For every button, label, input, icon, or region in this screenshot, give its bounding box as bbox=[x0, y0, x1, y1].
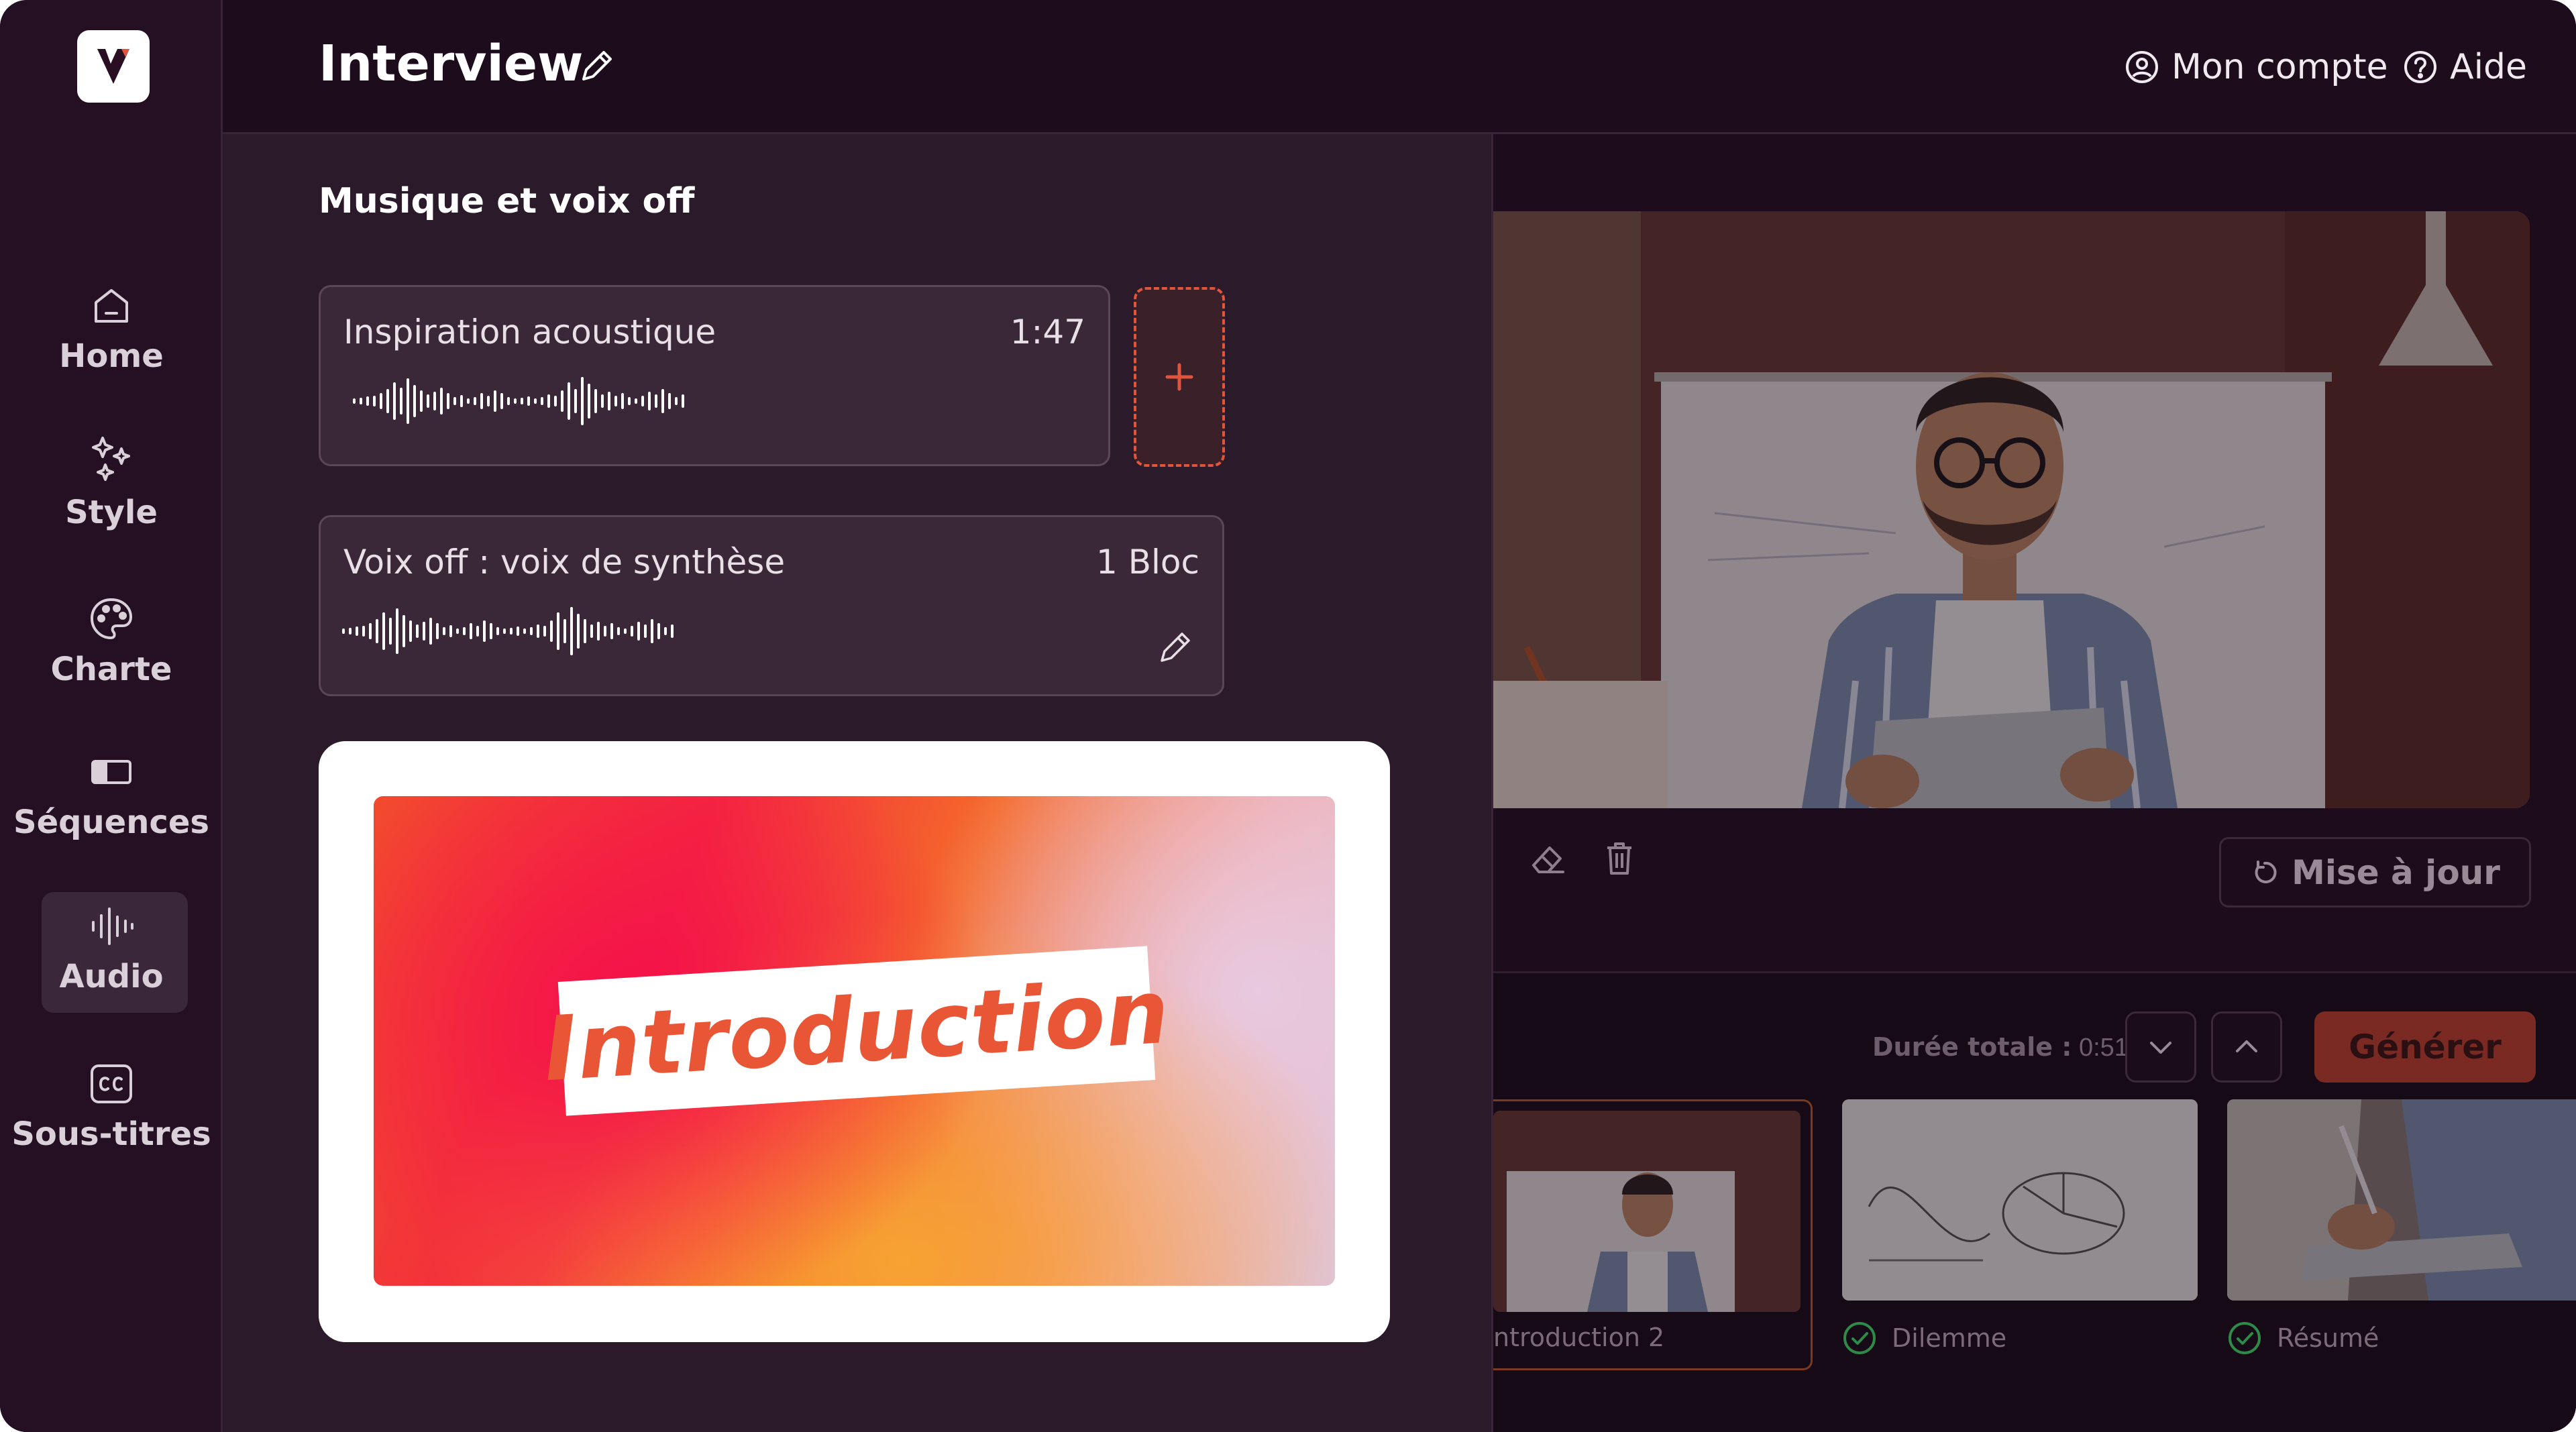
sidebar-item-label: Audio bbox=[59, 958, 164, 995]
update-label: Mise à jour bbox=[2292, 852, 2500, 892]
audio-wave-icon bbox=[88, 903, 135, 950]
total-duration: Durée totale : 0:51 bbox=[1872, 1032, 2129, 1062]
voice-track-blocks: 1 Bloc bbox=[1096, 543, 1199, 582]
sequence-card[interactable]: Résumé bbox=[2227, 1099, 2576, 1370]
preview-area: Mise à jour Durée totale : 0:51 Générer bbox=[1493, 134, 2576, 1432]
add-music-button[interactable] bbox=[1134, 287, 1225, 467]
sequence-label: ntroduction 2 bbox=[1493, 1323, 1665, 1352]
duration-value: 0:51 bbox=[2078, 1034, 2129, 1062]
music-track-card[interactable]: Inspiration acoustique 1:47 bbox=[319, 285, 1110, 466]
panel-title: Musique et voix off bbox=[319, 181, 695, 221]
sequence-card[interactable]: ntroduction 2 bbox=[1493, 1099, 1813, 1370]
help-circle-icon bbox=[2404, 51, 2436, 83]
sequence-caption: Dilemme bbox=[1842, 1321, 2006, 1356]
dim-overlay bbox=[2227, 1099, 2576, 1301]
app-logo[interactable] bbox=[77, 30, 150, 103]
intro-preview-card[interactable]: Introduction bbox=[319, 741, 1390, 1342]
top-header: Interview Mon compte Aide bbox=[223, 0, 2576, 134]
voice-track-card[interactable]: Voix off : voix de synthèse 1 Bloc bbox=[319, 515, 1224, 696]
home-icon bbox=[88, 282, 135, 329]
help-link[interactable]: Aide bbox=[2403, 40, 2527, 94]
sequence-card[interactable]: Dilemme bbox=[1842, 1099, 2198, 1370]
check-circle-icon bbox=[1843, 1322, 1876, 1354]
voice-track-name: Voix off : voix de synthèse bbox=[343, 543, 786, 582]
sequence-thumbnail bbox=[1842, 1099, 2198, 1301]
voice-waveform-icon bbox=[342, 607, 674, 655]
timeline: Durée totale : 0:51 Générer ntroduction … bbox=[1493, 971, 2576, 1432]
plus-icon bbox=[1165, 363, 1193, 391]
my-account-label: Mon compte bbox=[2171, 47, 2388, 87]
video-preview[interactable] bbox=[1493, 211, 2530, 808]
sparkles-icon bbox=[88, 437, 135, 486]
sidebar-item-style[interactable]: Style bbox=[0, 421, 223, 549]
generate-button[interactable]: Générer bbox=[2314, 1011, 2536, 1083]
sidebar-item-charte[interactable]: Charte bbox=[0, 578, 223, 706]
sidebar-item-label: Home bbox=[59, 337, 164, 375]
sequence-icon bbox=[88, 749, 135, 795]
sequence-label: Dilemme bbox=[1892, 1323, 2007, 1353]
sidebar-item-label: Charte bbox=[50, 651, 172, 688]
music-track-duration: 1:47 bbox=[1010, 313, 1085, 351]
move-up-button[interactable] bbox=[2211, 1011, 2282, 1083]
sidebar-item-subtitles[interactable]: Sous-titres bbox=[0, 1043, 223, 1170]
subtitles-icon bbox=[88, 1060, 135, 1107]
music-track-name: Inspiration acoustique bbox=[343, 313, 716, 351]
update-button[interactable]: Mise à jour bbox=[2219, 837, 2531, 907]
edit-title-pencil-icon[interactable] bbox=[577, 46, 617, 86]
sidebar-item-label: Sous-titres bbox=[11, 1115, 211, 1153]
sidebar-item-audio[interactable]: Audio bbox=[0, 885, 223, 1013]
sequence-label: Résumé bbox=[2277, 1323, 2379, 1353]
check-circle-icon bbox=[2229, 1322, 2261, 1354]
sidebar-item-label: Style bbox=[65, 494, 158, 531]
edit-voice-pencil-icon[interactable] bbox=[1155, 627, 1195, 667]
dim-overlay bbox=[1493, 211, 2530, 808]
sidebar-item-sequences[interactable]: Séquences bbox=[0, 731, 223, 859]
sequence-caption: ntroduction 2 bbox=[1493, 1323, 1664, 1352]
sidebar-item-label: Séquences bbox=[13, 804, 209, 841]
dim-overlay bbox=[1493, 1111, 1801, 1312]
chevron-down-icon bbox=[2150, 1042, 2171, 1054]
trash-icon[interactable] bbox=[1599, 838, 1640, 879]
intro-title: Introduction bbox=[541, 960, 1173, 1102]
intro-title-box: Introduction bbox=[541, 946, 1173, 1116]
sequence-caption: Résumé bbox=[2227, 1321, 2379, 1356]
intro-gradient-background: Introduction bbox=[374, 796, 1335, 1286]
eraser-icon[interactable] bbox=[1528, 838, 1568, 879]
dim-overlay bbox=[1842, 1099, 2198, 1301]
duration-label: Durée totale : bbox=[1872, 1032, 2072, 1062]
chevron-up-icon bbox=[2236, 1040, 2257, 1052]
page-title: Interview bbox=[319, 35, 584, 93]
sidebar-item-home[interactable]: Home bbox=[0, 265, 223, 392]
move-down-button[interactable] bbox=[2125, 1011, 2196, 1083]
refresh-icon bbox=[2255, 860, 2277, 883]
music-waveform-icon bbox=[353, 377, 684, 425]
user-circle-icon bbox=[2126, 51, 2158, 83]
palette-icon bbox=[88, 596, 135, 643]
sidebar: Home Style Charte Séquences Audio Sous-t… bbox=[0, 0, 223, 1432]
audio-panel: Musique et voix off Inspiration acoustiq… bbox=[223, 134, 1493, 1432]
my-account-link[interactable]: Mon compte bbox=[2125, 40, 2388, 94]
app-window: Home Style Charte Séquences Audio Sous-t… bbox=[0, 0, 2576, 1432]
help-label: Aide bbox=[2450, 47, 2528, 87]
sequence-thumbnail bbox=[2227, 1099, 2576, 1301]
sequence-thumbnail bbox=[1493, 1111, 1801, 1312]
